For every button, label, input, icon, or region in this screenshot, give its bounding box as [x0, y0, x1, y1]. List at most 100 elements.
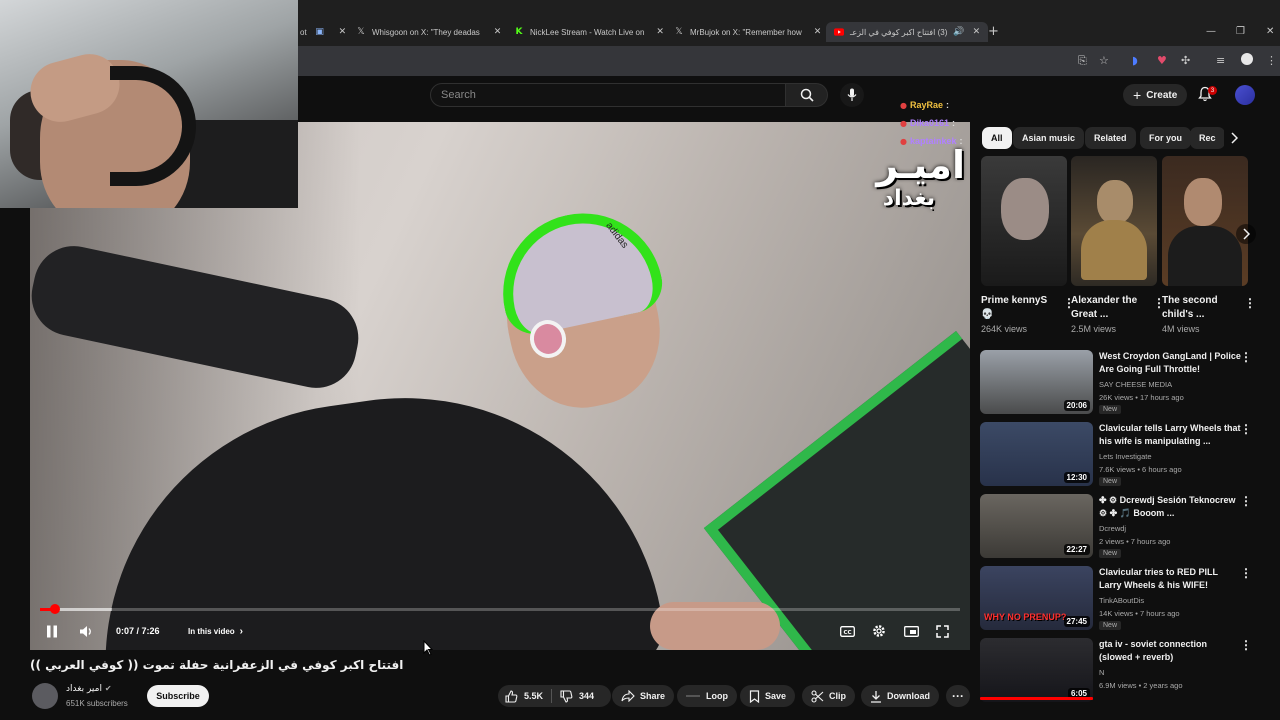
account-avatar[interactable] — [1235, 85, 1255, 105]
chapter-button[interactable]: In this video › — [188, 622, 243, 640]
more-actions-button[interactable]: ··· — [946, 685, 970, 707]
channel-avatar[interactable] — [32, 683, 58, 709]
chat-username: Dika0161 — [909, 118, 950, 128]
short-card[interactable]: Alexander the Great ... 2.5M views ⋮ — [1071, 156, 1165, 334]
save-button[interactable]: Save — [740, 685, 796, 707]
short-card[interactable]: The second child's ... 4M views ⋮ — [1162, 156, 1256, 334]
notification-badge: 3 — [1208, 86, 1217, 95]
recommended-video[interactable]: 20:06 West Croydon GangLand | Police Are… — [980, 350, 1270, 416]
tab-search-icon[interactable]: ≡ — [1216, 54, 1225, 67]
video-thumbnail: 20:06 — [980, 350, 1093, 414]
short-thumb-suit — [1168, 226, 1242, 286]
progress-scrubber[interactable] — [50, 604, 60, 614]
install-app-icon[interactable]: ⎘ — [1078, 54, 1087, 68]
recommended-video[interactable]: 22:27 ✤ ⚙ Dcrewdj Sesión Teknocrew ⚙ ✤ 🎵… — [980, 494, 1270, 560]
like-count: 5.5K — [524, 691, 544, 701]
extension-icon[interactable]: ◗ — [1132, 54, 1138, 67]
search-button[interactable] — [786, 83, 828, 107]
voice-search-button[interactable] — [840, 83, 864, 107]
video-menu-button[interactable]: ⋮ — [1240, 422, 1252, 436]
loop-label: Loop — [706, 691, 728, 701]
short-menu-button[interactable]: ⋮ — [1244, 296, 1256, 310]
share-label: Share — [640, 691, 666, 701]
video-title: gta iv - soviet connection (slowed + rev… — [1099, 639, 1208, 662]
progress-bar[interactable] — [40, 608, 960, 611]
webcam-overlay — [0, 0, 298, 208]
tab-youtube-active[interactable]: (3) افتتاح اكبر كوفي في الزعـ 🔊 ✕ — [826, 22, 989, 42]
recommended-video[interactable]: 12:30 Clavicular tells Larry Wheels that… — [980, 422, 1270, 488]
close-icon[interactable]: ✕ — [656, 27, 664, 37]
close-window-button[interactable]: ✕ — [1266, 26, 1274, 37]
short-title: Prime kennyS 💀 — [981, 295, 1048, 320]
dislike-count: 344 — [579, 691, 595, 701]
short-title: Alexander the Great ... — [1071, 295, 1138, 320]
video-title: West Croydon GangLand | Police Are Going… — [1099, 351, 1241, 374]
minimize-button[interactable]: — — [1206, 26, 1216, 37]
tab-title: Whisgoon on X: "They deadas — [372, 27, 480, 37]
bookmark-star-icon[interactable]: ☆ — [1099, 54, 1109, 67]
recommended-video[interactable]: WHY NO PRENUP? 27:45 Clavicular tries to… — [980, 566, 1270, 632]
pause-button[interactable] — [46, 622, 58, 640]
dislike-button[interactable]: 344 — [560, 685, 594, 707]
badge-icon: ● — [900, 100, 907, 110]
extension-icon[interactable]: ♥ — [1157, 54, 1167, 67]
miniplayer-button[interactable] — [904, 622, 919, 640]
volume-button[interactable] — [79, 622, 93, 640]
recommended-video[interactable]: 6:05 gta iv - soviet connection (slowed … — [980, 638, 1270, 704]
maximize-button[interactable]: ❐ — [1236, 26, 1245, 37]
clip-button[interactable]: Clip — [802, 685, 855, 707]
chip-asian-music[interactable]: Asian music — [1013, 127, 1085, 149]
chat-username: RayRae — [909, 100, 944, 110]
loop-button[interactable]: Loop — [677, 685, 737, 707]
tab-nicklee[interactable]: K NickLee Stream - Watch Live on ✕ — [514, 22, 664, 42]
profile-avatar[interactable] — [1241, 53, 1253, 65]
short-thumb-face — [1184, 178, 1222, 226]
video-menu-button[interactable]: ⋮ — [1240, 638, 1252, 652]
chip-recently-uploaded[interactable]: Rec — [1190, 127, 1225, 149]
tab-mrbujok[interactable]: 𝕏 MrBujok on X: "Remember how ✕ — [674, 22, 821, 42]
menu-kebab-icon[interactable]: ⋮ — [1266, 54, 1277, 67]
tab-partial[interactable]: ot ▣ ✕ — [300, 22, 346, 42]
badge-icon: ● — [900, 136, 907, 146]
short-card[interactable]: Prime kennyS 💀 264K views ⋮ — [981, 156, 1075, 334]
video-menu-button[interactable]: ⋮ — [1240, 350, 1252, 364]
close-icon[interactable]: ✕ — [494, 27, 502, 37]
fullscreen-button[interactable] — [936, 622, 949, 640]
create-button[interactable]: + Create — [1123, 84, 1188, 106]
settings-button[interactable] — [872, 622, 886, 640]
short-thumb-armor — [1081, 220, 1147, 280]
chip-related[interactable]: Related — [1085, 127, 1136, 149]
chip-all[interactable]: All — [982, 127, 1012, 149]
chat-message: ● Dika0161 : — [900, 114, 990, 132]
close-icon[interactable]: ✕ — [814, 27, 822, 37]
video-duration: 12:30 — [1063, 472, 1090, 483]
chips-scroll-right-button[interactable] — [1224, 128, 1244, 148]
fullscreen-icon — [936, 624, 949, 638]
extensions-puzzle-icon[interactable]: ✣ — [1181, 54, 1190, 67]
video-meta: 26K views • 17 hours ago — [1099, 393, 1184, 402]
subscribe-button[interactable]: Subscribe — [147, 685, 209, 707]
tab-whisgoon[interactable]: 𝕏 Whisgoon on X: "They deadas ✕ — [356, 22, 501, 42]
video-menu-button[interactable]: ⋮ — [1240, 494, 1252, 508]
video-meta: 14K views • 7 hours ago — [1099, 609, 1180, 618]
video-thumbnail: WHY NO PRENUP? 27:45 — [980, 566, 1093, 630]
video-title: افتتاح اكبر كوفي في الزعفرانية حفلة تموت… — [30, 658, 404, 672]
speaker-icon[interactable]: 🔊 — [953, 27, 964, 37]
video-menu-button[interactable]: ⋮ — [1240, 566, 1252, 580]
close-icon[interactable]: ✕ — [339, 27, 347, 37]
share-button[interactable]: Share — [612, 685, 675, 707]
chip-for-you[interactable]: For you — [1140, 127, 1191, 149]
save-label: Save — [765, 691, 787, 701]
search-input[interactable]: Search — [430, 83, 786, 107]
search-placeholder: Search — [441, 89, 476, 101]
captions-button[interactable]: CC — [840, 622, 855, 640]
new-tab-button[interactable]: + — [988, 24, 999, 39]
like-button[interactable]: 5.5K — [505, 685, 543, 707]
video-title: ✤ ⚙ Dcrewdj Sesión Teknocrew ⚙ ✤ 🎵 Booom… — [1099, 495, 1236, 518]
download-button[interactable]: Download — [861, 685, 939, 707]
close-icon[interactable]: ✕ — [973, 27, 981, 37]
shorts-scroll-right-button[interactable] — [1236, 224, 1256, 244]
kick-icon: K — [515, 27, 523, 37]
channel-name[interactable]: امير بغداد ✔ — [66, 684, 112, 694]
chat-separator: : — [959, 136, 963, 146]
